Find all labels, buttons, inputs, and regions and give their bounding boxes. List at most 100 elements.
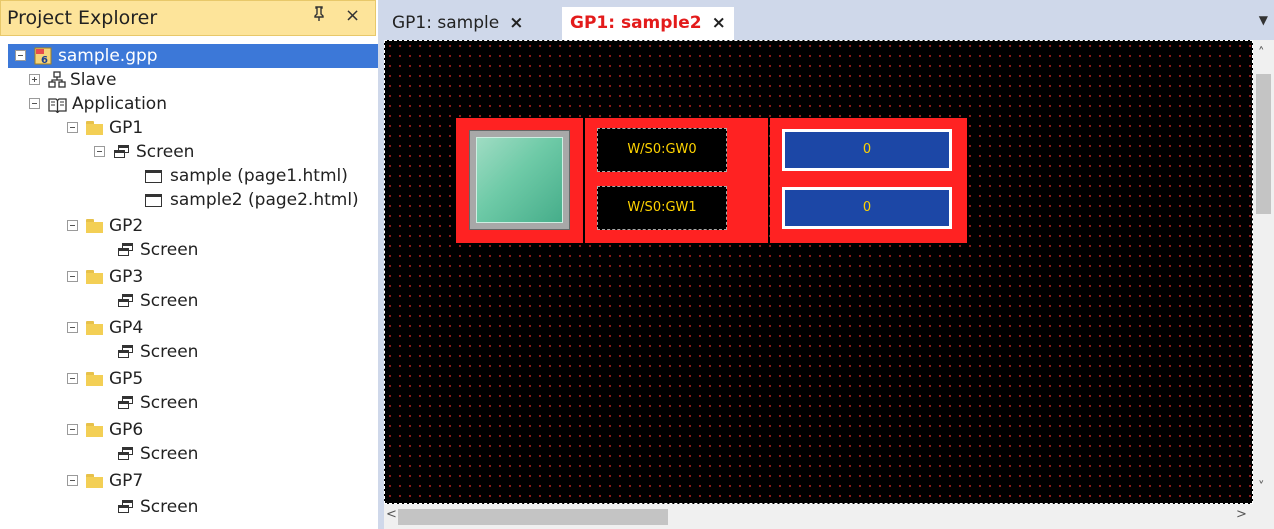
tree-item-page1[interactable]: sample (page1.html) — [0, 164, 378, 188]
screen-icon — [114, 145, 130, 158]
tree-label-screen: Screen — [140, 240, 199, 260]
numeric-display-1[interactable]: 0 — [782, 129, 952, 171]
horizontal-scroll-thumb[interactable] — [398, 509, 668, 525]
screen-icon — [118, 345, 134, 358]
tree-label-gp6: GP6 — [109, 420, 144, 440]
tree-item-project[interactable]: 6 sample.gpp — [0, 44, 378, 68]
folder-icon — [86, 474, 103, 488]
tree-label-screen: Screen — [136, 142, 195, 162]
tab-dropdown-icon[interactable]: ▼ — [1259, 13, 1268, 27]
tree-item-gp2[interactable]: GP2 — [0, 214, 378, 238]
vertical-scrollbar[interactable]: ˄ ˅ — [1253, 40, 1274, 504]
editor-tab-bar: GP1: sample × GP1: sample2 × ▼ — [384, 0, 1274, 40]
page-icon — [145, 194, 162, 207]
expand-toggle-icon[interactable] — [29, 74, 40, 85]
tree-item-gp2-screen[interactable]: Screen — [0, 238, 378, 262]
screen-icon — [118, 447, 134, 460]
lamp-switch[interactable] — [476, 137, 563, 223]
collapse-toggle-icon[interactable] — [94, 146, 105, 157]
collapse-toggle-icon[interactable] — [67, 122, 78, 133]
folder-icon — [86, 121, 103, 135]
tree-label-gp4: GP4 — [109, 318, 144, 338]
tree-label-page1: sample (page1.html) — [170, 166, 348, 186]
collapse-toggle-icon[interactable] — [67, 271, 78, 282]
collapse-toggle-icon[interactable] — [15, 50, 26, 61]
tree-label-application: Application — [72, 94, 167, 114]
tree-label-screen: Screen — [140, 291, 199, 311]
numeric-display-2[interactable]: 0 — [782, 187, 952, 229]
horizontal-scrollbar[interactable]: < > — [384, 504, 1253, 529]
tree-item-application[interactable]: Application — [0, 92, 378, 116]
tree-label-gp1: GP1 — [109, 118, 144, 138]
folder-icon — [86, 423, 103, 437]
tree-item-gp3[interactable]: GP3 — [0, 265, 378, 289]
tree-label-page2: sample2 (page2.html) — [170, 190, 359, 210]
scroll-right-icon[interactable]: > — [1236, 507, 1247, 522]
scroll-up-icon[interactable]: ˄ — [1258, 46, 1265, 61]
collapse-toggle-icon[interactable] — [67, 475, 78, 486]
close-panel-button[interactable]: × — [345, 5, 360, 26]
tree-label-screen: Screen — [140, 342, 199, 362]
folder-icon — [86, 270, 103, 284]
tree-label-gp2: GP2 — [109, 216, 144, 236]
tree-label-project: sample.gpp — [58, 46, 158, 66]
tab-label: GP1: sample2 — [570, 13, 702, 33]
lamp-part-frame[interactable] — [456, 118, 583, 243]
tree-label-screen: Screen — [140, 393, 199, 413]
page-icon — [145, 170, 162, 183]
collapse-toggle-icon[interactable] — [67, 322, 78, 333]
close-tab-icon[interactable]: × — [509, 13, 523, 33]
tree-item-slave[interactable]: Slave — [0, 68, 378, 92]
numeric-part-frame[interactable]: 0 0 — [770, 118, 967, 243]
tree-label-gp5: GP5 — [109, 369, 144, 389]
address-label-1[interactable]: W/S0:GW0 — [597, 128, 727, 172]
folder-icon — [86, 321, 103, 335]
project-file-icon: 6 — [34, 47, 52, 66]
tree-label-screen: Screen — [140, 444, 199, 464]
tree-label-slave: Slave — [70, 70, 117, 90]
screen-canvas[interactable]: W/S0:GW0 W/S0:GW1 0 0 — [384, 40, 1253, 504]
tree-item-gp6[interactable]: GP6 — [0, 418, 378, 442]
tree-item-gp4-screen[interactable]: Screen — [0, 340, 378, 364]
tree-item-gp1-screen[interactable]: Screen — [0, 140, 378, 164]
tree-label-screen: Screen — [140, 497, 199, 517]
screen-icon — [118, 294, 134, 307]
collapse-toggle-icon[interactable] — [67, 424, 78, 435]
tree-label-gp7: GP7 — [109, 471, 144, 491]
close-tab-icon[interactable]: × — [712, 13, 726, 33]
address-label-2[interactable]: W/S0:GW1 — [597, 186, 727, 230]
tree-item-gp1[interactable]: GP1 — [0, 116, 378, 140]
folder-icon — [86, 372, 103, 386]
pin-icon[interactable] — [313, 6, 325, 27]
project-explorer-header: Project Explorer × — [0, 0, 376, 36]
screen-icon — [118, 396, 134, 409]
collapse-toggle-icon[interactable] — [67, 373, 78, 384]
tree-item-gp6-screen[interactable]: Screen — [0, 442, 378, 466]
project-tree: 6 sample.gpp Slave Application GP1 Scree… — [0, 44, 378, 529]
tree-item-page2[interactable]: sample2 (page2.html) — [0, 188, 378, 212]
scroll-down-icon[interactable]: ˅ — [1258, 480, 1265, 495]
project-explorer-title: Project Explorer — [7, 7, 158, 29]
tree-label-gp3: GP3 — [109, 267, 144, 287]
scrollbar-corner — [1253, 504, 1274, 529]
tab-gp1-sample2[interactable]: GP1: sample2 × — [562, 7, 734, 40]
screen-editor: W/S0:GW0 W/S0:GW1 0 0 ˄ ˅ < > — [384, 40, 1274, 529]
tab-gp1-sample[interactable]: GP1: sample × — [392, 7, 523, 40]
tree-item-gp5-screen[interactable]: Screen — [0, 391, 378, 415]
tree-item-gp3-screen[interactable]: Screen — [0, 289, 378, 313]
lamp-bezel — [469, 130, 570, 230]
svg-text:6: 6 — [41, 55, 48, 65]
project-explorer-panel: Project Explorer × 6 sample.gpp Slave Ap… — [0, 0, 378, 529]
label-part-frame[interactable]: W/S0:GW0 W/S0:GW1 — [585, 118, 768, 243]
tab-label: GP1: sample — [392, 13, 500, 33]
tree-item-gp7[interactable]: GP7 — [0, 469, 378, 493]
collapse-toggle-icon[interactable] — [29, 98, 40, 109]
scroll-left-icon[interactable]: < — [386, 507, 397, 522]
tree-item-gp7-screen[interactable]: Screen — [0, 495, 378, 519]
folder-icon — [86, 219, 103, 233]
tree-item-gp4[interactable]: GP4 — [0, 316, 378, 340]
tree-item-gp5[interactable]: GP5 — [0, 367, 378, 391]
collapse-toggle-icon[interactable] — [67, 220, 78, 231]
vertical-scroll-thumb[interactable] — [1256, 74, 1271, 214]
screen-icon — [118, 500, 134, 513]
